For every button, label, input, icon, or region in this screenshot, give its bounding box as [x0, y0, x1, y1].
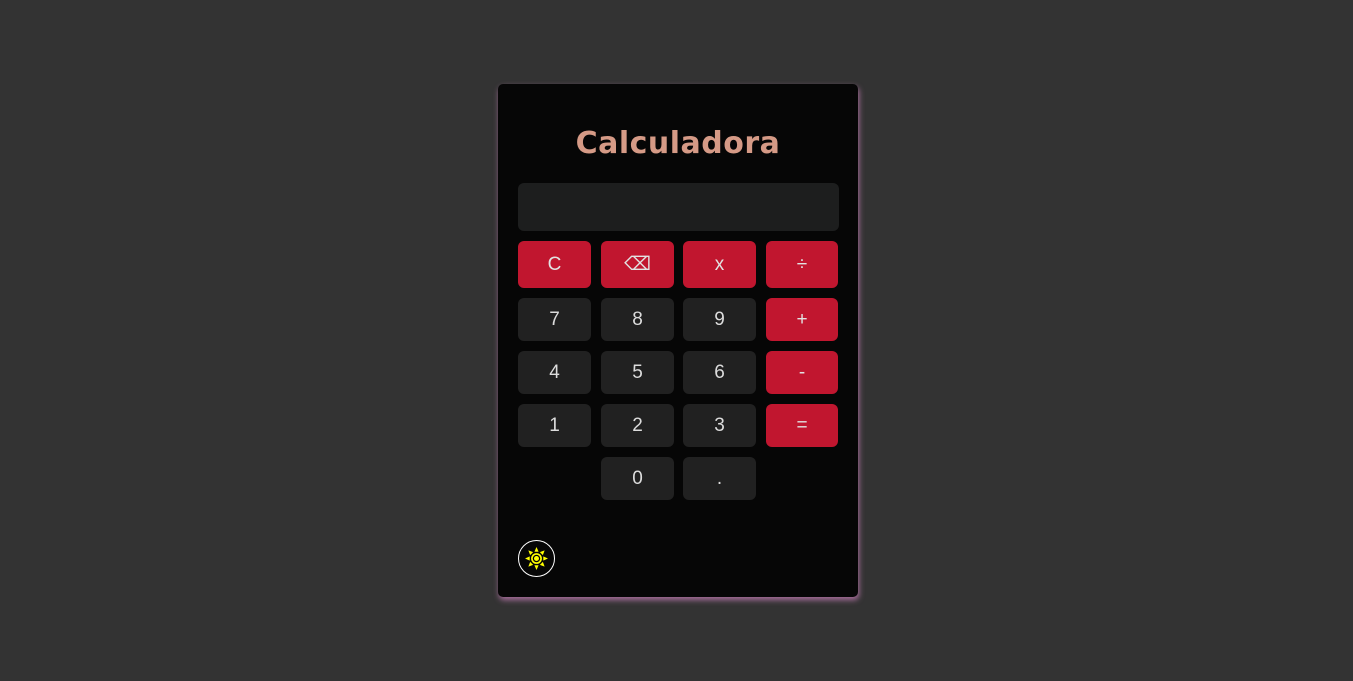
calculator-title: Calculadora — [575, 126, 781, 161]
backspace-button[interactable]: ⌫ — [601, 241, 674, 288]
decimal-button[interactable]: . — [683, 457, 756, 500]
digit-0-button[interactable]: 0 — [601, 457, 674, 500]
digit-3-button[interactable]: 3 — [683, 404, 756, 447]
digit-9-button[interactable]: 9 — [683, 298, 756, 341]
theme-toggle-button[interactable] — [518, 540, 555, 577]
add-button[interactable]: + — [766, 298, 838, 341]
digit-4-button[interactable]: 4 — [518, 351, 591, 394]
clear-button[interactable]: C — [518, 241, 591, 288]
digit-8-button[interactable]: 8 — [601, 298, 674, 341]
digit-2-button[interactable]: 2 — [601, 404, 674, 447]
subtract-button[interactable]: - — [766, 351, 838, 394]
divide-button[interactable]: ÷ — [766, 241, 838, 288]
digit-6-button[interactable]: 6 — [683, 351, 756, 394]
equals-button[interactable]: = — [766, 404, 838, 447]
calculator-display[interactable] — [518, 183, 839, 231]
digit-1-button[interactable]: 1 — [518, 404, 591, 447]
multiply-button[interactable]: x — [683, 241, 756, 288]
digit-7-button[interactable]: 7 — [518, 298, 591, 341]
digit-5-button[interactable]: 5 — [601, 351, 674, 394]
calculator-panel: Calculadora C ⌫ x ÷ 7 8 9 + 4 5 6 - 1 2 … — [498, 84, 858, 597]
sun-icon — [525, 547, 548, 570]
